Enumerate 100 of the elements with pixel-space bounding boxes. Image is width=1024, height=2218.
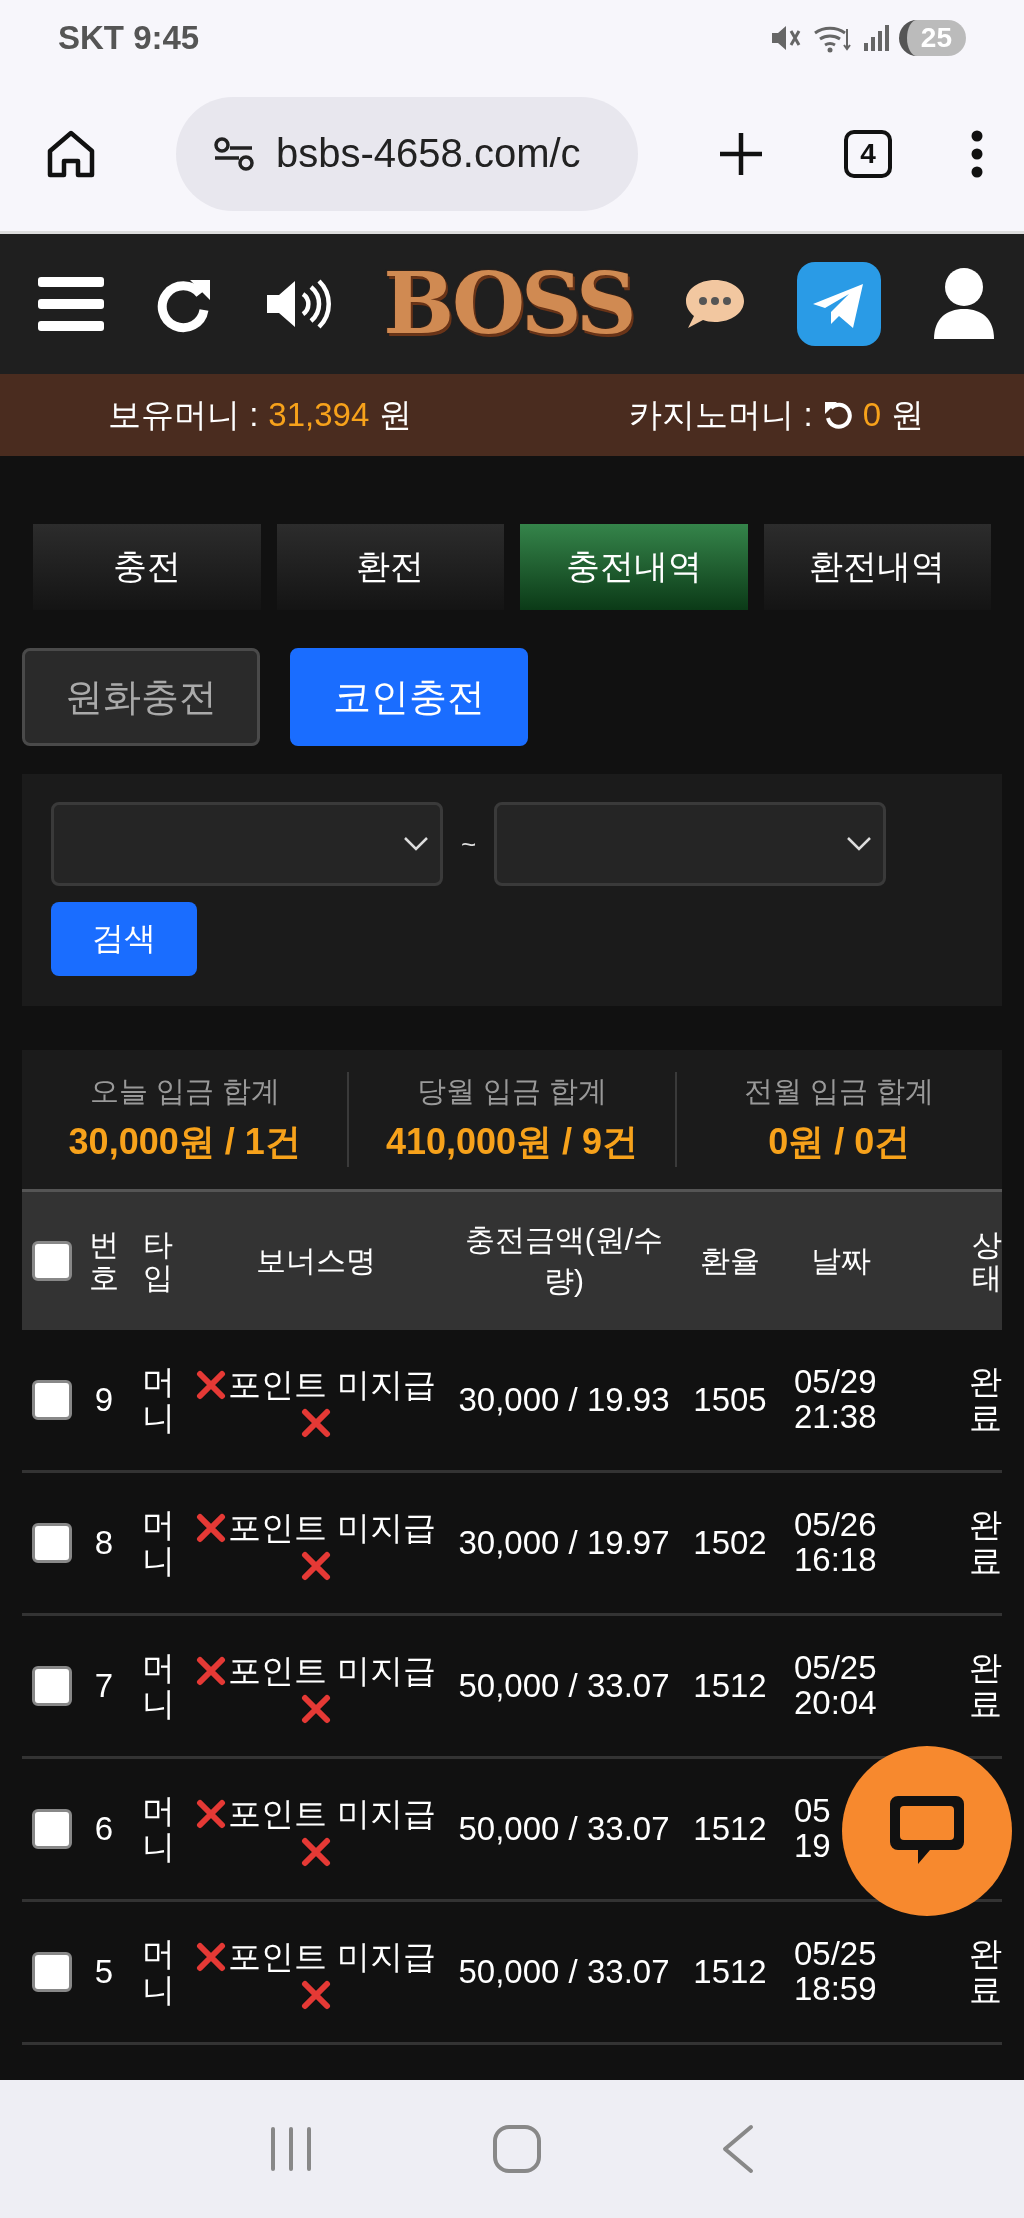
address-bar[interactable]: bsbs-4658.com/c — [176, 96, 638, 211]
cross-icon — [301, 1836, 331, 1867]
table-cell: 05/26 — [794, 1508, 877, 1543]
table-cell: 16:18 — [794, 1543, 877, 1578]
cross-icon — [301, 1550, 331, 1581]
battery-indicator: 25 — [898, 20, 966, 56]
table-cell-text: 포인트 미지급 — [228, 1507, 436, 1548]
site-logo[interactable]: BOSS — [383, 262, 633, 346]
cross-icon — [196, 1799, 227, 1829]
table-cell-text: 포인트 미지급 — [228, 1364, 436, 1405]
cross-icon — [196, 1656, 227, 1686]
row-checkbox[interactable] — [32, 1666, 72, 1706]
table-cell-text: 포인트 미지급 — [228, 1650, 436, 1691]
money-value: 31,394 — [268, 396, 370, 434]
tab[interactable]: 충전 — [33, 524, 261, 610]
column-header: 날짜 — [811, 1242, 871, 1279]
start-date-dropdown[interactable] — [51, 802, 443, 886]
row-checkbox[interactable] — [32, 1523, 72, 1563]
table-cell: 머니 — [141, 1506, 175, 1580]
table-cell: 머니 — [141, 1363, 175, 1437]
signal-icon — [862, 23, 889, 53]
table-cell: 19 — [794, 1829, 831, 1864]
table-cell: 7 — [94, 1667, 114, 1705]
column-header: 상태 — [972, 1228, 1002, 1294]
table-cell: 50,000 / 33.07 — [458, 1953, 670, 1991]
table-cell: 1502 — [693, 1524, 767, 1562]
column-header: 보너스명 — [256, 1242, 376, 1279]
table-cell: 05 — [794, 1794, 831, 1829]
tab-count-button[interactable]: 4 — [844, 129, 892, 178]
cross-icon — [196, 1942, 227, 1972]
table-cell: 머니 — [141, 1935, 175, 2009]
tab[interactable]: 환전 — [276, 524, 504, 610]
table-cell: 머니 — [141, 1792, 175, 1866]
table-cell: 1512 — [693, 1667, 767, 1705]
table-cell: 8 — [94, 1524, 114, 1562]
table-cell: 1512 — [693, 1953, 767, 1991]
chevron-down-icon — [845, 835, 874, 853]
table-cell: 완료 — [969, 1363, 1002, 1437]
table-cell: 1512 — [693, 1810, 767, 1848]
refresh-icon[interactable] — [822, 400, 853, 430]
table-cell: 20:04 — [794, 1686, 877, 1721]
sub-tab[interactable]: 코인충전 — [290, 648, 528, 746]
cross-icon — [301, 1407, 331, 1438]
table-cell: 1505 — [693, 1381, 767, 1419]
table-cell-text: 포인트 미지급 — [228, 1793, 436, 1834]
range-separator: ~ — [461, 828, 477, 860]
summary-value: 410,000원 / 9건 — [385, 1120, 639, 1164]
row-checkbox[interactable] — [32, 1952, 72, 1992]
table-cell: 6 — [94, 1810, 114, 1848]
summary-value: 0원 / 0건 — [768, 1120, 911, 1164]
column-header: 충전금액(원/수량) — [464, 1222, 664, 1299]
paper-plane-icon[interactable] — [797, 262, 882, 346]
menu-icon[interactable] — [38, 275, 104, 333]
column-header: 타입 — [143, 1228, 173, 1294]
summary-value: 30,000원 / 1건 — [68, 1120, 301, 1164]
money-unit: 원 — [379, 394, 413, 435]
table-cell: 완료 — [969, 1506, 1002, 1580]
table-cell: 05/25 — [794, 1937, 877, 1972]
more-icon[interactable] — [970, 128, 984, 179]
table-cell: 9 — [94, 1381, 114, 1419]
cross-icon — [301, 1979, 331, 2010]
table-cell: 머니 — [141, 1649, 175, 1723]
table-cell: 30,000 / 19.93 — [458, 1381, 670, 1419]
column-header: 번호 — [89, 1228, 119, 1294]
summary-label: 당월 입금 합계 — [416, 1074, 608, 1109]
table-cell: 21:38 — [794, 1400, 877, 1435]
select-all-checkbox[interactable] — [32, 1241, 72, 1281]
summary-label: 오늘 입금 합계 — [89, 1074, 280, 1109]
back-icon[interactable] — [720, 2124, 755, 2174]
money-label: 보유머니 : — [108, 394, 259, 435]
table-cell: 완료 — [969, 1649, 1002, 1723]
row-checkbox[interactable] — [32, 1809, 72, 1849]
table-cell: 5 — [94, 1953, 114, 1991]
table-cell: 50,000 / 33.07 — [458, 1667, 670, 1705]
user-icon[interactable] — [931, 267, 996, 341]
row-checkbox[interactable] — [32, 1380, 72, 1420]
table-cell: 50,000 / 33.07 — [458, 1810, 670, 1848]
table-cell: 05/25 — [794, 1651, 877, 1686]
tab[interactable]: 환전내역 — [763, 524, 991, 610]
chevron-down-icon — [402, 835, 430, 853]
table-cell: 완료 — [969, 1935, 1002, 2009]
carrier-time: SKT 9:45 — [58, 19, 200, 57]
tab[interactable]: 충전내역 — [520, 524, 748, 610]
table-cell-text: 포인트 미지급 — [228, 1936, 436, 1977]
search-button[interactable]: 검색 — [51, 902, 197, 976]
speaker-icon[interactable] — [264, 277, 333, 331]
column-header: 환율 — [700, 1242, 760, 1279]
casino-money-value: 0 — [862, 396, 881, 434]
cross-icon — [196, 1370, 227, 1400]
recent-apps-icon[interactable] — [269, 2126, 314, 2172]
table-cell: 18:59 — [794, 1972, 877, 2007]
cross-icon — [196, 1513, 227, 1543]
casino-money-label: 카지노머니 : — [629, 394, 813, 435]
table-cell: 30,000 / 19.97 — [458, 1524, 670, 1562]
cross-icon — [301, 1693, 331, 1724]
url-text: bsbs-4658.com/c — [276, 131, 581, 176]
sub-tab[interactable]: 원화충전 — [22, 648, 260, 746]
casino-money-unit: 원 — [891, 394, 924, 435]
summary-label: 전월 입금 합계 — [744, 1074, 935, 1109]
table-cell: 05/29 — [794, 1365, 877, 1400]
